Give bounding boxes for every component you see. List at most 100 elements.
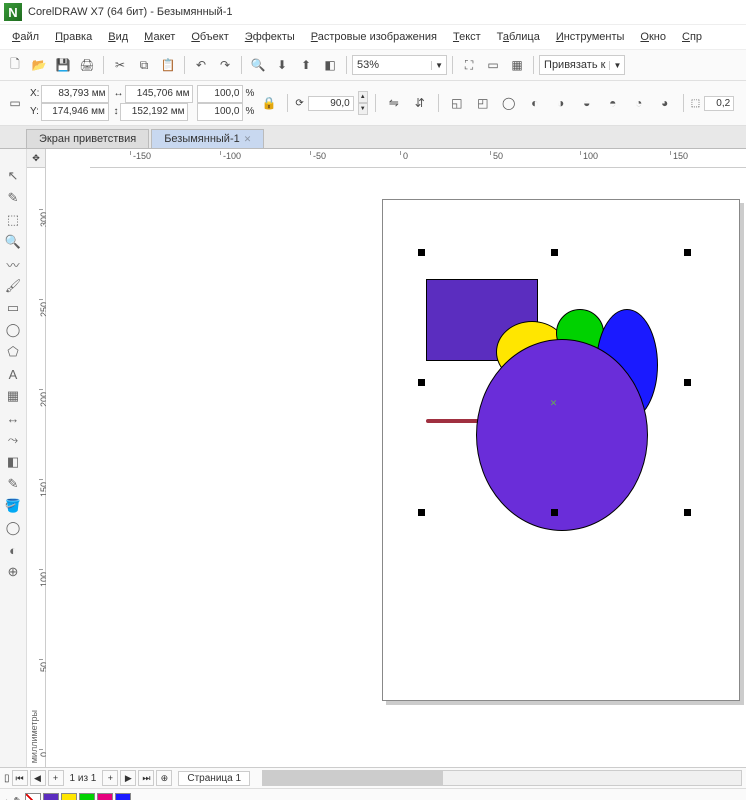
undo-icon[interactable]: ↶: [190, 54, 212, 76]
export-icon[interactable]: ⬆: [295, 54, 317, 76]
menu-window[interactable]: Окно: [632, 29, 674, 45]
order-back-icon[interactable]: ◰: [472, 92, 494, 114]
menu-view[interactable]: Вид: [100, 29, 136, 45]
color-swatch[interactable]: [43, 793, 59, 800]
outline-value[interactable]: 0,2: [704, 96, 734, 111]
snap-combo[interactable]: Привязать к ▼: [539, 55, 625, 75]
menu-effects[interactable]: Эффекты: [237, 29, 303, 45]
menu-bitmap[interactable]: Растровые изображения: [303, 29, 445, 45]
height-value[interactable]: 152,192 мм: [120, 103, 188, 121]
outline-tool-icon[interactable]: ◯: [4, 519, 22, 537]
prev-page-button[interactable]: ◀: [30, 770, 46, 786]
save-icon[interactable]: 💾: [52, 54, 74, 76]
y-value[interactable]: 174,946 мм: [41, 103, 109, 121]
weld-icon[interactable]: ◯: [498, 92, 520, 114]
ellipse-tool-icon[interactable]: ◯: [4, 321, 22, 339]
intersect-icon[interactable]: ◑: [550, 92, 572, 114]
selection-handle[interactable]: [418, 379, 425, 386]
simplify-icon[interactable]: ◒: [576, 92, 598, 114]
crop-tool-icon[interactable]: ⬚: [4, 211, 22, 229]
selection-handle[interactable]: [551, 249, 558, 256]
front-minus-icon[interactable]: ◓: [602, 92, 624, 114]
rotation-value[interactable]: 90,0: [308, 96, 354, 111]
menu-tools[interactable]: Инструменты: [548, 29, 633, 45]
paste-icon[interactable]: 📋: [157, 54, 179, 76]
arrow-right-icon[interactable]: ▸: [6, 795, 12, 800]
order-front-icon[interactable]: ◱: [446, 92, 468, 114]
effects-tool-icon[interactable]: ◧: [4, 453, 22, 471]
scrollbar-thumb[interactable]: [263, 771, 443, 785]
canvas-area[interactable]: -150 -100 -50 0 50 100 150 200 ✕: [46, 149, 746, 767]
color-swatch[interactable]: [61, 793, 77, 800]
tab-welcome[interactable]: Экран приветствия: [26, 129, 149, 148]
selection-handle[interactable]: [551, 509, 558, 516]
shape-tool-icon[interactable]: ✎: [4, 189, 22, 207]
lock-ratio-icon[interactable]: 🔒: [258, 92, 280, 114]
grid-icon[interactable]: ▦: [506, 54, 528, 76]
selection-handle[interactable]: [684, 379, 691, 386]
menu-edit[interactable]: Правка: [47, 29, 100, 45]
menu-bar[interactable]: Файл Правка Вид Макет Объект Эффекты Рас…: [0, 25, 746, 50]
ruler-origin-icon[interactable]: ✥: [27, 149, 46, 168]
selection-handle[interactable]: [418, 249, 425, 256]
cut-icon[interactable]: ✂: [109, 54, 131, 76]
color-swatch[interactable]: [79, 793, 95, 800]
trim-icon[interactable]: ◐: [524, 92, 546, 114]
last-page-button[interactable]: ⏭: [138, 770, 154, 786]
boundary-icon[interactable]: ◕: [654, 92, 676, 114]
copy-icon[interactable]: ⧉: [133, 54, 155, 76]
chevron-down-icon[interactable]: ▼: [609, 61, 624, 70]
eyedropper-icon[interactable]: ✎: [14, 795, 23, 800]
new-doc-icon[interactable]: 🗋: [4, 54, 26, 76]
menu-layout[interactable]: Макет: [136, 29, 183, 45]
close-tab-icon[interactable]: ✕: [244, 134, 252, 145]
color-swatch[interactable]: [97, 793, 113, 800]
no-fill-swatch[interactable]: [25, 793, 41, 800]
import-icon[interactable]: ⬇: [271, 54, 293, 76]
rotation-spinner[interactable]: ▲▼: [358, 91, 368, 115]
search-icon[interactable]: 🔍: [247, 54, 269, 76]
first-page-button[interactable]: ⏮: [12, 770, 28, 786]
back-minus-icon[interactable]: ◔: [628, 92, 650, 114]
zoom-combo[interactable]: 53% ▼: [352, 55, 447, 75]
add-page-button[interactable]: ⊕: [156, 770, 172, 786]
publish-icon[interactable]: ◧: [319, 54, 341, 76]
zoom-tool-icon[interactable]: 🔍: [4, 233, 22, 251]
menu-file[interactable]: Файл: [4, 29, 47, 45]
color-swatch[interactable]: [115, 793, 131, 800]
transparency-tool-icon[interactable]: ◐: [4, 541, 22, 559]
purple-ellipse-shape[interactable]: [476, 339, 648, 531]
quick-customize-icon[interactable]: ⊕: [4, 563, 22, 581]
pick-tool-icon[interactable]: ↖: [4, 167, 22, 185]
eyedropper-tool-icon[interactable]: ✎: [4, 475, 22, 493]
selection-handle[interactable]: [684, 509, 691, 516]
menu-table[interactable]: Таблица: [489, 29, 548, 45]
dimension-tool-icon[interactable]: ↔: [4, 409, 22, 427]
tab-document[interactable]: Безымянный-1✕: [151, 129, 264, 148]
page-tab[interactable]: Страница 1: [178, 771, 250, 786]
menu-text[interactable]: Текст: [445, 29, 489, 45]
text-tool-icon[interactable]: A: [4, 365, 22, 383]
selection-handle[interactable]: [684, 249, 691, 256]
menu-object[interactable]: Объект: [183, 29, 236, 45]
freehand-tool-icon[interactable]: 〰: [4, 255, 22, 273]
table-tool-icon[interactable]: ▦: [4, 387, 22, 405]
menu-help[interactable]: Спр: [674, 29, 710, 45]
scale-y-value[interactable]: 100,0: [197, 103, 243, 121]
redo-icon[interactable]: ↷: [214, 54, 236, 76]
fullscreen-icon[interactable]: ⛶: [458, 54, 480, 76]
connector-tool-icon[interactable]: ⤳: [4, 431, 22, 449]
mirror-v-icon[interactable]: ⇵: [409, 92, 431, 114]
open-icon[interactable]: 📂: [28, 54, 50, 76]
artistic-tool-icon[interactable]: 🖌: [4, 277, 22, 295]
chevron-down-icon[interactable]: ▼: [431, 61, 446, 70]
mirror-h-icon[interactable]: ⇋: [383, 92, 405, 114]
x-value[interactable]: 83,793 мм: [41, 85, 109, 103]
page-icon[interactable]: ▭: [4, 92, 26, 114]
polygon-tool-icon[interactable]: ⬠: [4, 343, 22, 361]
rulers-icon[interactable]: ▭: [482, 54, 504, 76]
rectangle-tool-icon[interactable]: ▭: [4, 299, 22, 317]
horizontal-scrollbar[interactable]: [262, 770, 742, 786]
selection-handle[interactable]: [418, 509, 425, 516]
selection-center-icon[interactable]: ✕: [549, 399, 558, 408]
